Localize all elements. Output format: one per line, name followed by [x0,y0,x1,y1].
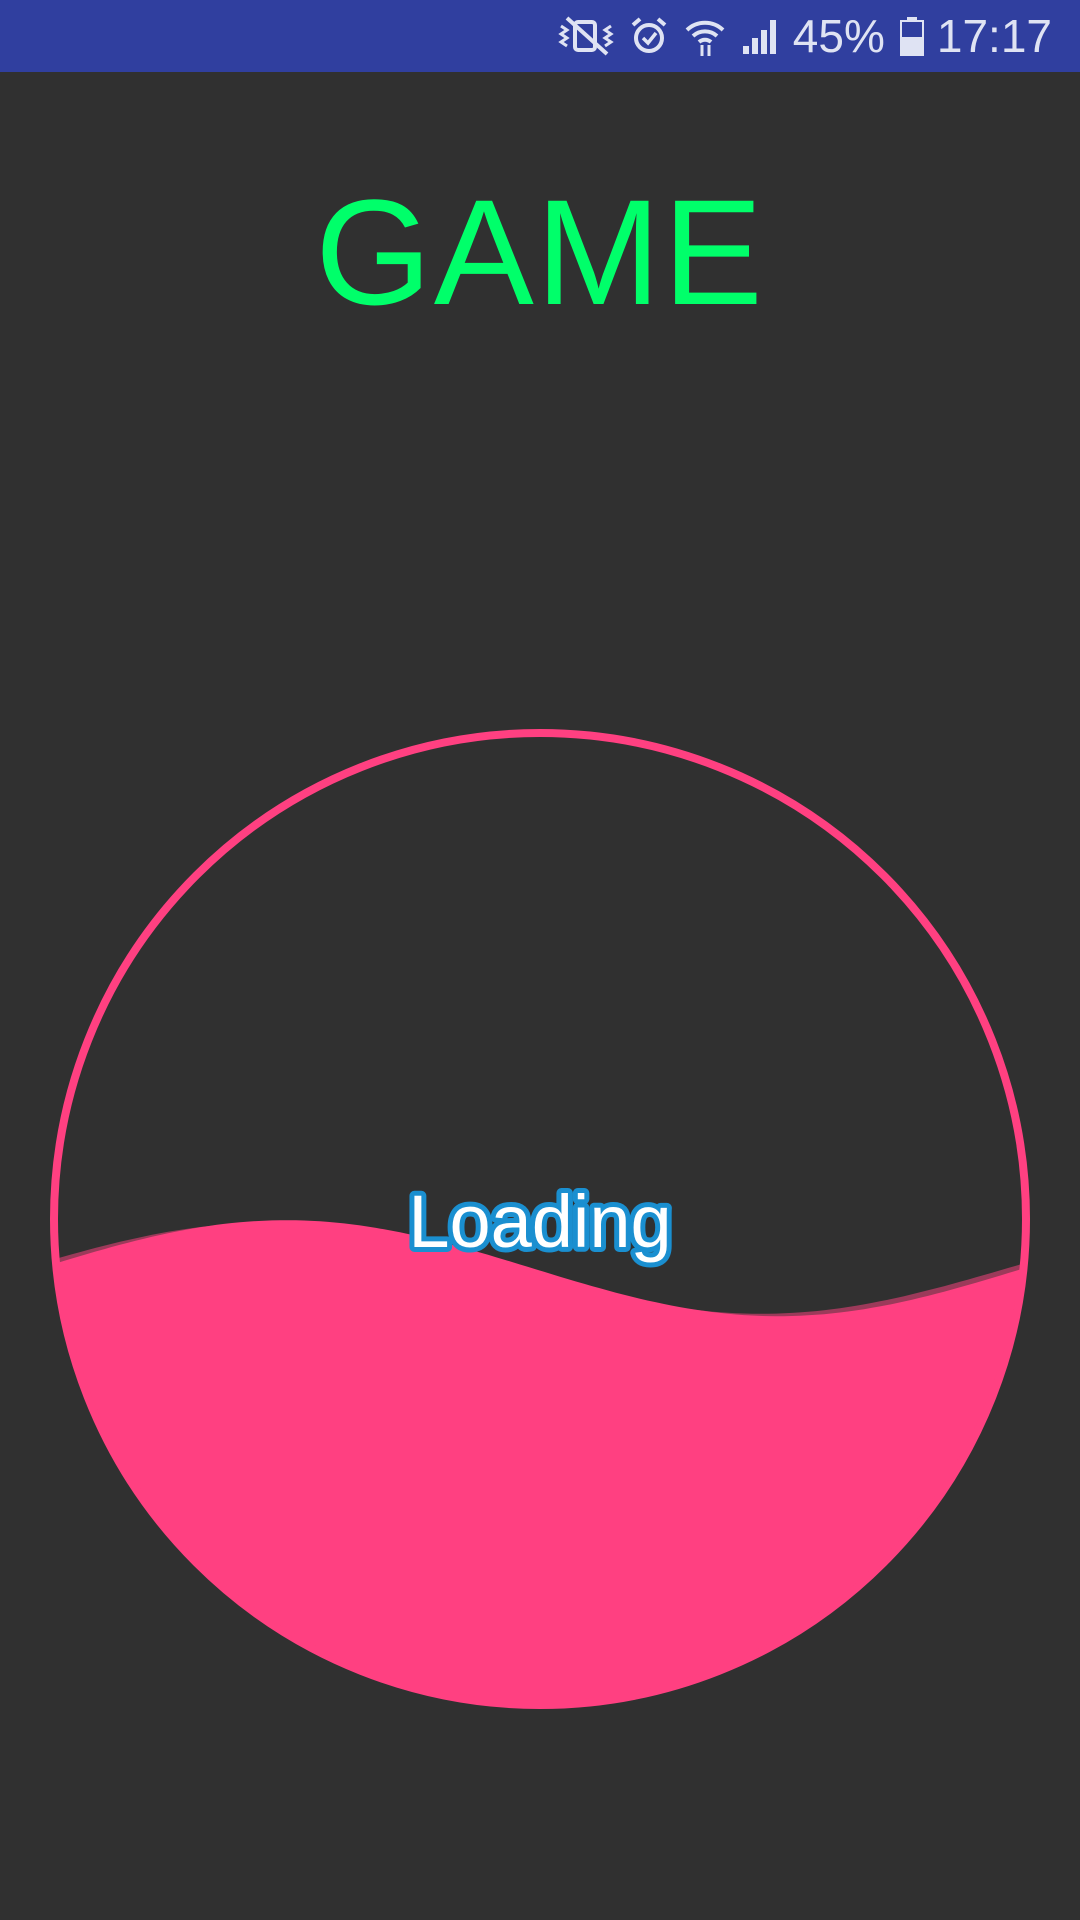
game-screen: GAME Loading [0,72,1080,1920]
front-wave [52,1220,1028,1707]
signal-icon [741,0,781,72]
clock-time: 17:17 [936,10,1052,62]
game-title: GAME [315,168,765,336]
vibrate-mute-icon [557,0,615,72]
loading-label: Loading [408,1180,671,1263]
battery-percent: 45% [792,10,885,62]
alarm-icon [629,0,669,72]
battery-icon [899,0,925,72]
status-bar: 45% 17:17 [0,0,1080,72]
wifi-icon [683,0,727,72]
wave-progress-loader: Loading [48,727,1032,1711]
